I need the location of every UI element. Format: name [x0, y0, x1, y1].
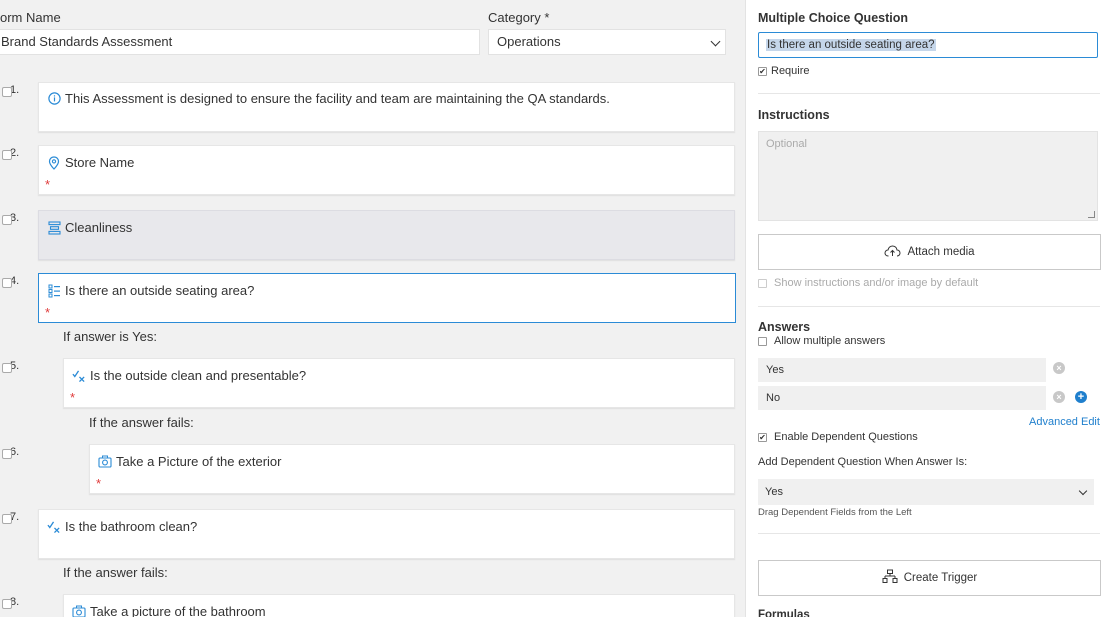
create-trigger-label: Create Trigger: [903, 572, 978, 584]
attach-media-button[interactable]: Attach media: [758, 234, 1101, 270]
attach-media-label: Attach media: [907, 246, 975, 258]
question-card-bathroom-clean[interactable]: Is the bathroom clean?: [38, 509, 735, 559]
add-answer-icon[interactable]: +: [1075, 391, 1087, 403]
show-instructions-label: Show instructions and/or image by defaul…: [774, 277, 979, 289]
section-card-cleanliness[interactable]: Cleanliness: [38, 210, 735, 260]
chevron-down-icon: [1078, 486, 1088, 496]
divider: [758, 533, 1100, 534]
camera-icon: [98, 455, 112, 469]
dependent-answer-value: Yes: [765, 486, 783, 498]
section-icon: [47, 220, 61, 235]
form-name-input[interactable]: Brand Standards Assessment: [0, 29, 480, 55]
camera-icon: [72, 605, 86, 617]
advanced-edit-link[interactable]: Advanced Edit: [1029, 416, 1100, 428]
create-trigger-button[interactable]: Create Trigger: [758, 560, 1101, 596]
question-text: Take a Picture of the exterior: [116, 454, 282, 469]
cloud-upload-icon: [884, 244, 901, 260]
formulas-heading: Formulas: [758, 609, 810, 617]
question-number: 7.: [2, 511, 19, 524]
trigger-icon: [882, 569, 898, 587]
question-select-checkbox[interactable]: [2, 599, 12, 609]
question-number: 2.: [2, 147, 19, 160]
dependent-condition-label: If the answer fails:: [63, 565, 168, 580]
dependent-condition-label: If the answer fails:: [89, 415, 194, 430]
dependent-answer-select[interactable]: Yes: [758, 479, 1094, 505]
remove-answer-icon[interactable]: ×: [1053, 362, 1065, 374]
enable-dependent-checkbox[interactable]: ✔: [758, 433, 767, 442]
answer-option-input[interactable]: No: [758, 386, 1046, 410]
require-label: Require: [771, 65, 810, 77]
question-card-bathroom-photo[interactable]: Take a picture of the bathroom: [63, 594, 735, 617]
info-icon: [47, 92, 61, 106]
answer-option-input[interactable]: Yes: [758, 358, 1046, 382]
instructions-textarea[interactable]: Optional: [758, 131, 1098, 221]
category-label: Category *: [488, 10, 550, 25]
question-select-checkbox[interactable]: [2, 215, 12, 225]
category-select-value: Operations: [497, 34, 561, 49]
question-text: Take a picture of the bathroom: [90, 604, 266, 617]
question-select-checkbox[interactable]: [2, 363, 12, 373]
show-instructions-checkbox[interactable]: [758, 279, 767, 288]
allow-multiple-label: Allow multiple answers: [774, 335, 886, 347]
question-text: Is the outside clean and presentable?: [90, 368, 307, 383]
required-marker: *: [45, 305, 51, 320]
resize-handle[interactable]: [1088, 211, 1095, 218]
question-select-checkbox[interactable]: [2, 449, 12, 459]
question-card-outside-clean[interactable]: Is the outside clean and presentable? *: [63, 358, 735, 408]
question-card-exterior-photo[interactable]: Take a Picture of the exterior *: [89, 444, 735, 494]
question-card-outside-seating[interactable]: Is there an outside seating area? *: [38, 273, 736, 323]
question-text: Store Name: [65, 155, 135, 170]
question-number: 4.: [2, 275, 19, 288]
allow-multiple-checkbox[interactable]: [758, 337, 767, 346]
question-select-checkbox[interactable]: [2, 278, 12, 288]
require-checkbox[interactable]: ✔: [758, 67, 767, 76]
enable-dependent-label: Enable Dependent Questions: [774, 431, 918, 443]
question-select-checkbox[interactable]: [2, 87, 12, 97]
instructions-placeholder: Optional: [766, 138, 807, 150]
required-marker: *: [70, 390, 76, 405]
question-number: 5.: [2, 360, 19, 373]
question-text: This Assessment is designed to ensure th…: [65, 91, 610, 106]
question-number: 8.: [2, 596, 19, 609]
dependent-condition-label: If answer is Yes:: [63, 329, 157, 344]
question-select-checkbox[interactable]: [2, 150, 12, 160]
question-text: Is the bathroom clean?: [65, 519, 198, 534]
panel-title: Multiple Choice Question: [758, 11, 909, 25]
question-number: 3.: [2, 212, 19, 225]
answers-heading: Answers: [758, 320, 811, 334]
location-pin-icon: [47, 155, 61, 170]
question-number: 6.: [2, 446, 19, 459]
pass-fail-icon: [47, 520, 61, 534]
form-name-label: orm Name: [0, 10, 61, 25]
add-dependent-label: Add Dependent Question When Answer Is:: [758, 456, 968, 468]
question-text: Is there an outside seating area?: [65, 283, 255, 298]
question-card-info[interactable]: This Assessment is designed to ensure th…: [38, 82, 735, 132]
pass-fail-icon: [72, 369, 86, 383]
required-marker: *: [96, 476, 102, 491]
properties-panel: Multiple Choice Question Is there an out…: [745, 0, 1118, 617]
question-text-input[interactable]: Is there an outside seating area?: [758, 32, 1098, 58]
question-number: 1.: [2, 84, 19, 97]
remove-answer-icon[interactable]: ×: [1053, 391, 1065, 403]
question-select-checkbox[interactable]: [2, 514, 12, 524]
instructions-heading: Instructions: [758, 108, 830, 122]
chevron-down-icon: [710, 36, 721, 47]
category-select[interactable]: Operations: [488, 29, 726, 55]
drag-hint: Drag Dependent Fields from the Left: [758, 507, 912, 518]
form-builder-canvas: orm Name Brand Standards Assessment Cate…: [0, 0, 745, 617]
required-marker: *: [45, 177, 51, 192]
section-title: Cleanliness: [65, 220, 133, 235]
multiple-choice-icon: [47, 284, 61, 298]
divider: [758, 306, 1100, 307]
divider: [758, 93, 1100, 94]
question-text-selection: Is there an outside seating area?: [766, 39, 936, 51]
question-card-store-name[interactable]: Store Name *: [38, 145, 735, 195]
